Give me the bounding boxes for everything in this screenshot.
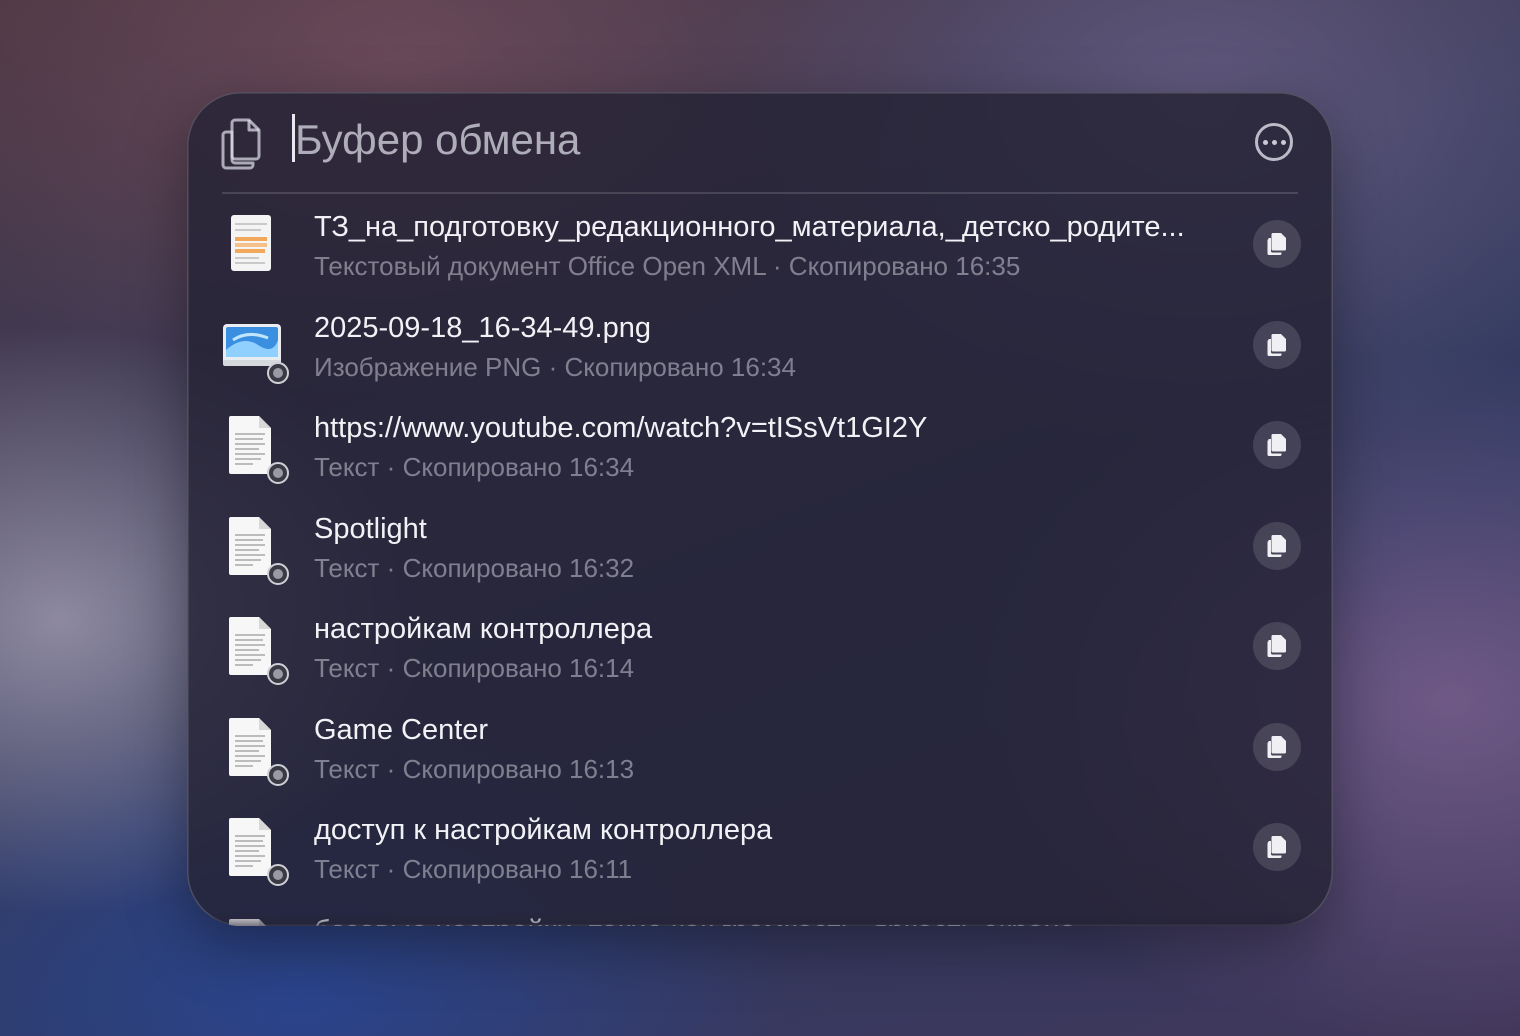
copy-button[interactable] bbox=[1253, 320, 1301, 369]
source-badge-icon bbox=[267, 663, 289, 685]
list-item[interactable]: Game Center Текст · Скопировано 16:13 bbox=[187, 698, 1333, 799]
clipboard-panel: ТЗ_на_подготовку_редакционного_материала… bbox=[187, 92, 1333, 926]
item-title: Game Center bbox=[314, 713, 489, 746]
copy-icon bbox=[1267, 735, 1286, 758]
item-title: https://www.youtube.com/watch?v=tISsVt1G… bbox=[314, 412, 928, 444]
more-options-button[interactable] bbox=[1255, 123, 1293, 161]
item-subtitle: Текстовый документ Office Open XML · Ско… bbox=[314, 251, 1021, 281]
clipboard-icon bbox=[221, 118, 261, 170]
copy-button[interactable] bbox=[1253, 421, 1301, 469]
copy-button[interactable] bbox=[1253, 521, 1301, 570]
copy-button[interactable] bbox=[1253, 722, 1301, 771]
list-item[interactable]: ТЗ_на_подготовку_редакционного_материала… bbox=[187, 195, 1333, 296]
item-title: базовые настройки, такие как громкость, … bbox=[314, 915, 1234, 927]
clipboard-history-list: ТЗ_на_подготовку_редакционного_материала… bbox=[187, 195, 1333, 926]
list-item[interactable]: настройкам контроллера Текст · Скопирова… bbox=[187, 597, 1333, 698]
item-subtitle: Текст · Скопировано 16:34 bbox=[314, 452, 635, 482]
divider bbox=[222, 192, 1298, 194]
copy-button[interactable] bbox=[1253, 622, 1301, 670]
list-item[interactable]: Spotlight Текст · Скопировано 16:32 bbox=[187, 497, 1333, 598]
source-badge-icon bbox=[267, 462, 289, 484]
copy-button[interactable] bbox=[1253, 823, 1301, 871]
text-document-icon bbox=[223, 913, 283, 926]
ellipsis-dot bbox=[1280, 139, 1286, 145]
copy-icon bbox=[1267, 635, 1286, 657]
item-subtitle: Изображение PNG · Скопировано 16:34 bbox=[314, 351, 796, 382]
ellipsis-dot bbox=[1271, 139, 1277, 145]
list-item[interactable]: https://www.youtube.com/watch?v=tISsVt1G… bbox=[187, 396, 1333, 497]
copy-button[interactable] bbox=[1253, 220, 1301, 268]
source-badge-icon bbox=[267, 864, 289, 886]
copy-icon bbox=[1267, 434, 1286, 456]
source-badge-icon bbox=[267, 763, 289, 786]
text-document-icon bbox=[223, 410, 289, 484]
docx-document-icon bbox=[223, 209, 283, 281]
copy-icon bbox=[1267, 233, 1286, 255]
item-title: Spotlight bbox=[314, 512, 427, 545]
copy-icon bbox=[1267, 534, 1286, 557]
text-document-icon bbox=[223, 812, 289, 886]
ellipsis-circle-icon bbox=[1262, 139, 1268, 145]
search-input[interactable] bbox=[295, 110, 1195, 170]
list-item[interactable]: 2025-09-18_16-34-49.png Изображение PNG … bbox=[187, 296, 1333, 397]
png-image-icon bbox=[223, 310, 289, 384]
item-title: настройкам контроллера bbox=[314, 613, 653, 645]
item-subtitle: Текст · Скопировано 16:14 bbox=[314, 653, 635, 683]
search-row bbox=[187, 92, 1333, 192]
text-document-icon bbox=[223, 611, 289, 685]
list-item[interactable]: базовые настройки, такие как громкость, … bbox=[187, 899, 1333, 927]
item-title: доступ к настройкам контроллера bbox=[314, 814, 773, 846]
item-subtitle: Текст · Скопировано 16:13 bbox=[314, 753, 635, 784]
copy-icon bbox=[1267, 333, 1286, 356]
item-title: 2025-09-18_16-34-49.png bbox=[314, 311, 651, 344]
source-badge-icon bbox=[267, 361, 289, 384]
list-item[interactable]: доступ к настройкам контроллера Текст · … bbox=[187, 798, 1333, 899]
item-title: ТЗ_на_подготовку_редакционного_материала… bbox=[314, 211, 1185, 243]
text-document-icon bbox=[223, 511, 289, 585]
item-subtitle: Текст · Скопировано 16:32 bbox=[314, 552, 635, 583]
text-document-icon bbox=[223, 712, 289, 786]
source-badge-icon bbox=[267, 562, 289, 585]
item-subtitle: Текст · Скопировано 16:11 bbox=[314, 854, 633, 884]
copy-icon bbox=[1267, 836, 1286, 858]
